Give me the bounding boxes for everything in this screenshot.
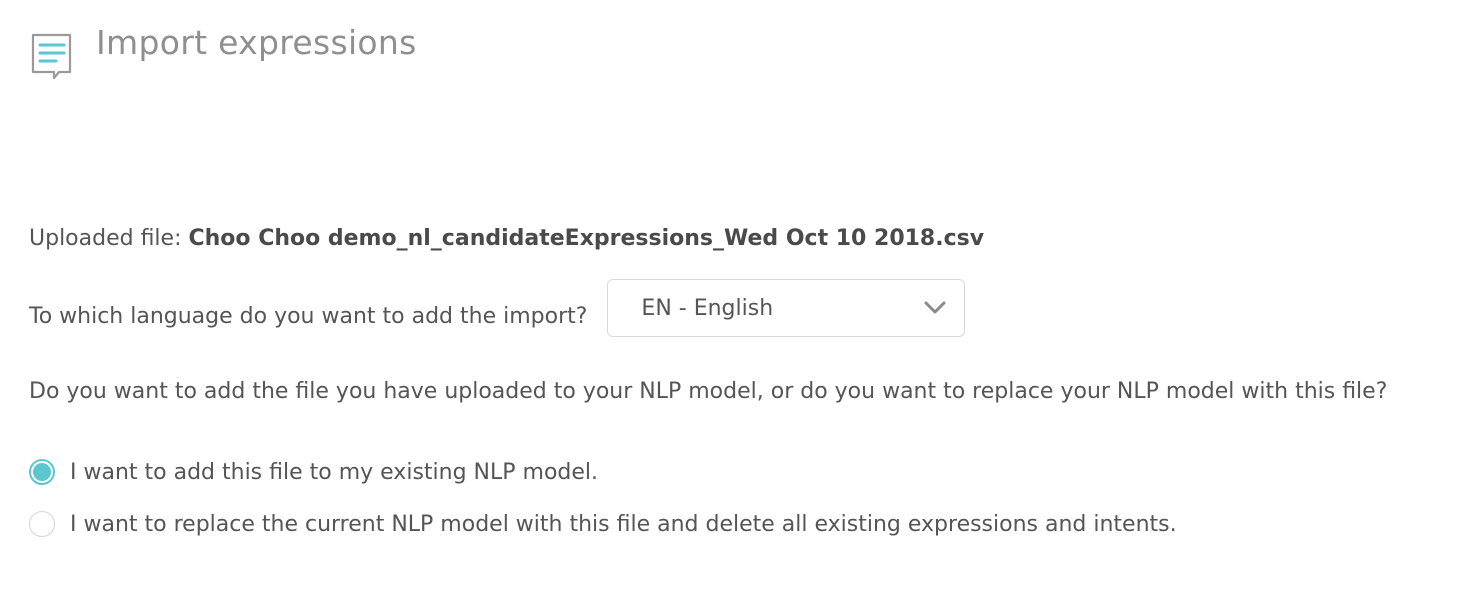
chevron-down-icon (924, 301, 946, 314)
language-question: To which language do you want to add the… (29, 303, 588, 329)
language-select-value: EN - English (641, 295, 774, 321)
language-select[interactable]: EN - English (607, 279, 966, 337)
page-header: Import expressions (30, 26, 417, 82)
radio-button-unchecked[interactable] (29, 511, 55, 537)
uploaded-file-label: Uploaded file: (29, 226, 182, 251)
radio-option-replace-label[interactable]: I want to replace the current NLP model … (70, 512, 1177, 537)
import-mode-question: Do you want to add the file you have upl… (29, 379, 1388, 404)
radio-option-add-label[interactable]: I want to add this file to my existing N… (70, 460, 598, 485)
radio-option-replace[interactable]: I want to replace the current NLP model … (29, 511, 1177, 537)
radio-option-add[interactable]: I want to add this file to my existing N… (29, 459, 598, 485)
page-title: Import expressions (96, 23, 417, 63)
uploaded-file-name: Choo Choo demo_nl_candidateExpressions_W… (188, 226, 985, 251)
uploaded-file-row: Uploaded file: Choo Choo demo_nl_candida… (29, 226, 984, 251)
language-row: To which language do you want to add the… (29, 279, 966, 337)
import-expressions-page: Import expressions Uploaded file: Choo C… (0, 0, 1470, 594)
radio-button-checked[interactable] (29, 459, 55, 485)
chat-document-icon (31, 33, 72, 80)
